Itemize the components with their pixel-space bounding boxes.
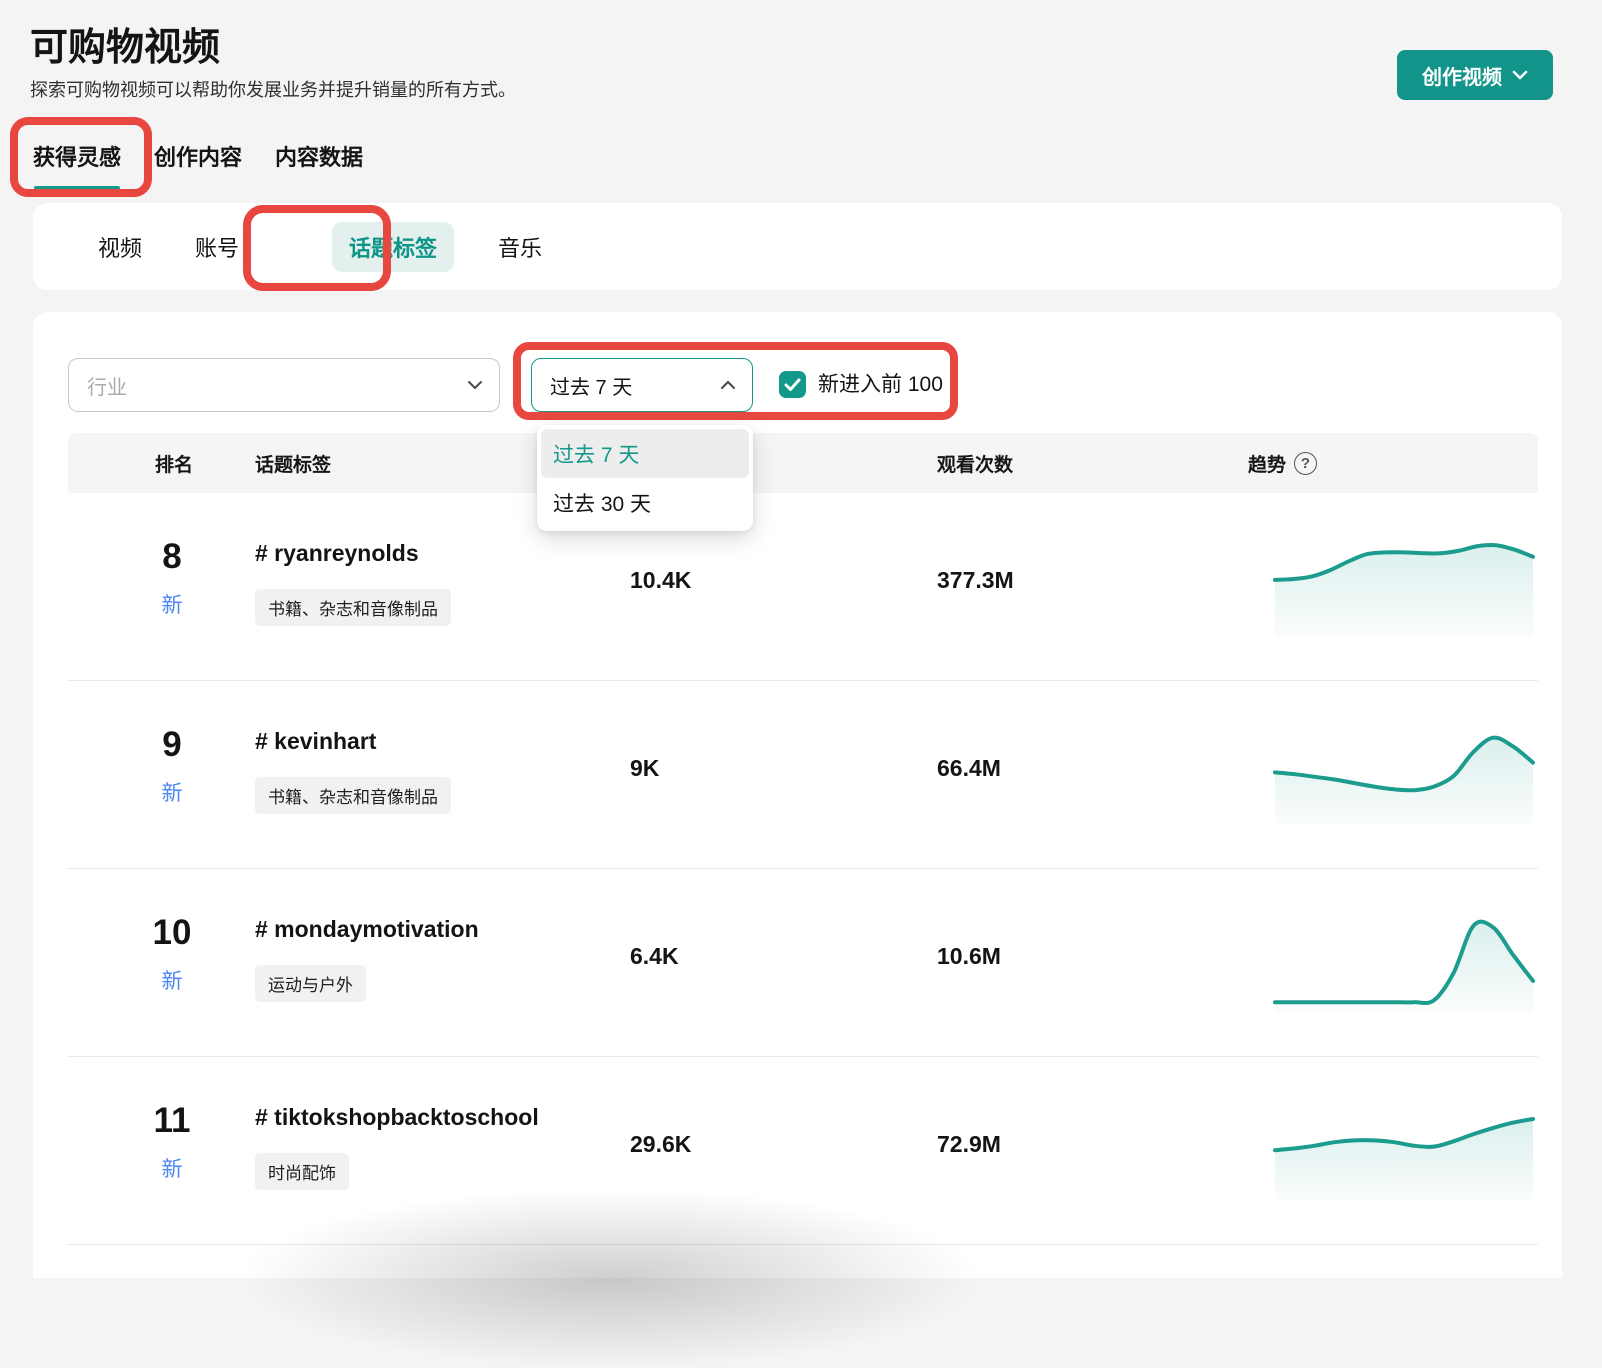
trend-sparkline bbox=[1273, 1098, 1535, 1201]
date-range-dropdown-menu: 过去 7 天过去 30 天 bbox=[537, 425, 753, 531]
category-tag: 书籍、杂志和音像制品 bbox=[255, 589, 451, 626]
table-row[interactable]: 9 新 # kevinhart 书籍、杂志和音像制品 9K 66.4M bbox=[68, 681, 1538, 869]
column-header-views: 观看次数 bbox=[937, 433, 1013, 493]
posts-count: 29.6K bbox=[630, 1131, 691, 1158]
hashtag-link[interactable]: # kevinhart bbox=[255, 728, 376, 755]
new-badge: 新 bbox=[142, 589, 202, 619]
views-count: 10.6M bbox=[937, 943, 1001, 970]
table-header: 排名 话题标签 观看次数 趋势 ? bbox=[68, 433, 1538, 493]
help-icon[interactable]: ? bbox=[1294, 452, 1317, 475]
views-count: 377.3M bbox=[937, 567, 1014, 594]
posts-count: 9K bbox=[630, 755, 659, 782]
hashtag-table-rows: 8 新 # ryanreynolds 书籍、杂志和音像制品 10.4K 377.3M 9 新 #… bbox=[68, 493, 1538, 1245]
help-icon-glyph: ? bbox=[1301, 455, 1310, 472]
hashtag-link[interactable]: # tiktokshopbacktoschool bbox=[255, 1104, 539, 1131]
main-tabs: 获得灵感创作内容内容数据 bbox=[33, 140, 363, 190]
column-header-trend: 趋势 ? bbox=[1248, 433, 1317, 493]
trend-sparkline bbox=[1273, 910, 1535, 1013]
category-tag: 书籍、杂志和音像制品 bbox=[255, 777, 451, 814]
subtabs-card: 视频 账号 话题标签音乐 bbox=[33, 203, 1562, 290]
posts-count: 6.4K bbox=[630, 943, 679, 970]
tab-create-content[interactable]: 创作内容 bbox=[154, 140, 242, 190]
chevron-down-icon bbox=[467, 380, 483, 390]
category-tag: 运动与户外 bbox=[255, 965, 366, 1002]
date-range-value: 过去 7 天 bbox=[550, 371, 720, 400]
category-tag: 时尚配饰 bbox=[255, 1153, 349, 1190]
option-last-30-days[interactable]: 过去 30 天 bbox=[541, 478, 749, 527]
check-icon bbox=[784, 378, 801, 392]
tab-get-inspired[interactable]: 获得灵感 bbox=[33, 140, 121, 190]
page-subtitle: 探索可购物视频可以帮助你发展业务并提升销量的所有方式。 bbox=[30, 76, 516, 102]
subtab-accounts[interactable]: 账号 bbox=[195, 222, 239, 272]
column-header-hashtag: 话题标签 bbox=[255, 433, 331, 493]
sub-tabs: 视频 账号 话题标签音乐 bbox=[98, 203, 595, 290]
new-badge: 新 bbox=[142, 1153, 202, 1183]
posts-count: 10.4K bbox=[630, 567, 691, 594]
views-count: 72.9M bbox=[937, 1131, 1001, 1158]
column-header-trend-label: 趋势 bbox=[1248, 450, 1286, 477]
rank-value: 9 bbox=[142, 725, 202, 765]
create-video-button[interactable]: 创作视频 bbox=[1397, 50, 1553, 100]
subtab-hashtags[interactable]: 话题标签 bbox=[332, 222, 454, 272]
column-header-rank: 排名 bbox=[155, 433, 193, 493]
trend-sparkline bbox=[1273, 722, 1535, 825]
rank-value: 8 bbox=[142, 537, 202, 577]
new-top100-label[interactable]: 新进入前 100 bbox=[818, 372, 943, 398]
hashtag-link[interactable]: # ryanreynolds bbox=[255, 540, 419, 567]
subtab-videos[interactable]: 视频 bbox=[98, 222, 142, 272]
chevron-down-icon bbox=[1512, 70, 1528, 80]
trend-sparkline bbox=[1273, 534, 1535, 637]
create-video-label: 创作视频 bbox=[1422, 61, 1502, 90]
date-range-select[interactable]: 过去 7 天 bbox=[531, 358, 753, 412]
page-title: 可购物视频 bbox=[30, 16, 220, 71]
page: 可购物视频 探索可购物视频可以帮助你发展业务并提升销量的所有方式。 创作视频 获… bbox=[0, 0, 1602, 1278]
industry-placeholder: 行业 bbox=[87, 371, 467, 400]
hashtag-link[interactable]: # mondaymotivation bbox=[255, 916, 479, 943]
views-count: 66.4M bbox=[937, 755, 1001, 782]
rank-value: 10 bbox=[142, 913, 202, 953]
new-badge: 新 bbox=[142, 777, 202, 807]
table-row[interactable]: 10 新 # mondaymotivation 运动与户外 6.4K 10.6M bbox=[68, 869, 1538, 1057]
new-top100-checkbox[interactable] bbox=[779, 371, 806, 398]
table-row[interactable]: 8 新 # ryanreynolds 书籍、杂志和音像制品 10.4K 377.3M bbox=[68, 493, 1538, 681]
option-last-7-days[interactable]: 过去 7 天 bbox=[541, 429, 749, 478]
main-content-card: 行业 过去 7 天 新进入前 100 排名 话题标签 观看次数 趋势 ? bbox=[33, 312, 1562, 1278]
new-badge: 新 bbox=[142, 965, 202, 995]
tab-content-data[interactable]: 内容数据 bbox=[275, 140, 363, 190]
subtab-music[interactable]: 音乐 bbox=[498, 222, 542, 272]
rank-value: 11 bbox=[142, 1101, 202, 1141]
table-row[interactable]: 11 新 # tiktokshopbacktoschool 时尚配饰 29.6K 72.9… bbox=[68, 1057, 1538, 1245]
chevron-up-icon bbox=[720, 380, 736, 390]
industry-select[interactable]: 行业 bbox=[68, 358, 500, 412]
